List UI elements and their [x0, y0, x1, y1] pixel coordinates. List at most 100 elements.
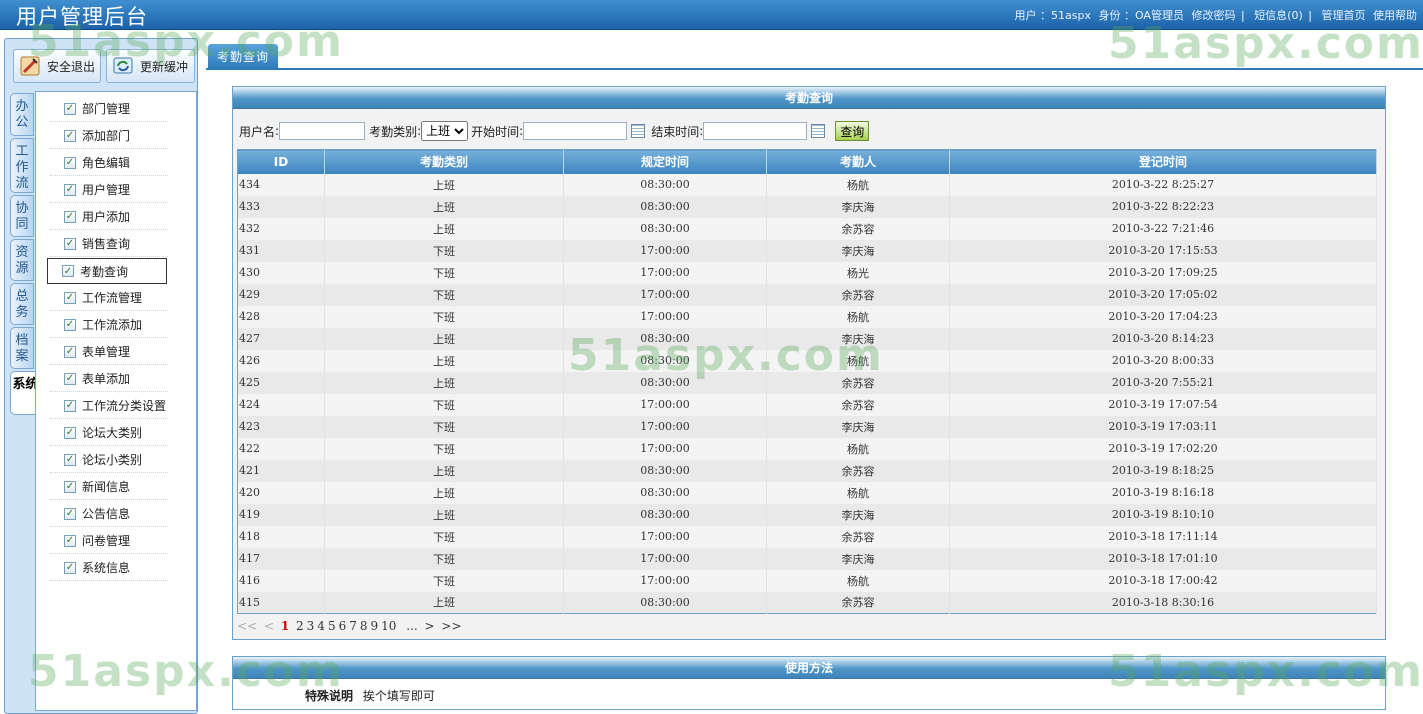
table-cell: 08:30:00: [563, 503, 767, 526]
pager-page-link[interactable]: 7: [349, 619, 357, 633]
end-calendar-icon[interactable]: [811, 124, 826, 138]
menu-item[interactable]: ✓ 工作流添加: [50, 312, 168, 338]
refresh-label: 更新缓冲: [140, 59, 189, 74]
tab-attendance-query[interactable]: 考勤查询: [208, 44, 279, 70]
table-cell: 2010-3-22 7:21:46: [949, 217, 1377, 240]
table-cell: 2010-3-19 17:03:11: [949, 415, 1377, 438]
column-header-scheduled-time[interactable]: 规定时间: [563, 149, 767, 174]
logout-button[interactable]: 安全退出: [13, 49, 101, 83]
column-header-id[interactable]: ID: [237, 149, 325, 174]
table-cell: 17:00:00: [563, 569, 767, 592]
messages-link[interactable]: 短信息(0): [1254, 9, 1303, 22]
menu-item[interactable]: ✓ 表单添加: [50, 366, 168, 392]
table-cell: 2010-3-22 8:25:27: [949, 173, 1377, 196]
usage-note-text: 挨个填写即可: [362, 689, 435, 703]
start-time-input[interactable]: [523, 122, 628, 140]
menu-item[interactable]: ✓ 工作流分类设置: [50, 393, 168, 419]
table-cell: 428: [237, 305, 325, 328]
table-cell: 上班: [324, 503, 564, 526]
tab-archives[interactable]: 档案: [10, 327, 34, 369]
checkbox-icon: ✓: [64, 345, 76, 358]
checkbox-icon: ✓: [64, 237, 76, 250]
admin-home-link[interactable]: 管理首页: [1322, 9, 1366, 22]
pager-page-link[interactable]: 5: [328, 619, 336, 633]
table-row: 416 下班 17:00:00 杨航 2010-3-18 17:00:42: [237, 569, 1377, 592]
checkbox-icon: ✓: [64, 507, 76, 520]
pager-page-link[interactable]: 4: [317, 619, 325, 633]
role-label: 身份 ：OA管理员: [1098, 9, 1184, 22]
menu-item[interactable]: ✓ 考勤查询: [47, 258, 167, 284]
table-cell: 432: [237, 217, 325, 240]
table-cell: 17:00:00: [563, 437, 767, 460]
tab-office[interactable]: 办公: [10, 93, 34, 136]
menu-item-label: 销售查询: [82, 237, 131, 251]
menu-item[interactable]: ✓ 用户管理: [50, 177, 168, 203]
pager-page-link[interactable]: 2: [296, 619, 304, 633]
menu-item[interactable]: ✓ 问卷管理: [50, 528, 168, 554]
pager-page-link[interactable]: 3: [307, 619, 315, 633]
refresh-cache-button[interactable]: 更新缓冲: [106, 49, 195, 83]
column-header-person[interactable]: 考勤人: [766, 149, 950, 174]
pager-last[interactable]: >>: [441, 619, 461, 633]
table-cell: 余苏容: [766, 371, 950, 394]
table-cell: 17:00:00: [563, 261, 767, 284]
column-header-record-time[interactable]: 登记时间: [949, 149, 1377, 174]
table-cell: 08:30:00: [563, 371, 767, 394]
query-button[interactable]: 查询: [835, 121, 870, 141]
menu-item[interactable]: ✓ 添加部门: [50, 123, 168, 149]
menu-item[interactable]: ✓ 系统信息: [50, 555, 168, 581]
tab-collaboration[interactable]: 协同: [10, 195, 34, 237]
menu-item[interactable]: ✓ 角色编辑: [50, 150, 168, 176]
change-password-link[interactable]: 修改密码: [1191, 9, 1235, 22]
checkbox-icon: ✓: [64, 129, 76, 142]
pager-first[interactable]: <<: [237, 619, 257, 633]
table-cell: 上班: [324, 349, 564, 372]
pager-current: 1: [280, 619, 290, 633]
menu-item[interactable]: ✓ 销售查询: [50, 231, 168, 257]
column-header-type[interactable]: 考勤类别: [324, 149, 564, 174]
menu-item[interactable]: ✓ 工作流管理: [50, 285, 168, 311]
tab-workflow[interactable]: 工作流: [10, 138, 34, 193]
pager-ellipsis[interactable]: ...: [406, 619, 417, 633]
menu-item[interactable]: ✓ 论坛大类别: [50, 420, 168, 446]
table-cell: 余苏容: [766, 283, 950, 306]
pager-page-link[interactable]: 8: [360, 619, 368, 633]
table-cell: 下班: [324, 261, 564, 284]
pager-page-link[interactable]: 10: [381, 619, 396, 633]
table-cell: 2010-3-18 17:11:14: [949, 525, 1377, 548]
start-calendar-icon[interactable]: [631, 124, 646, 138]
menu-item[interactable]: ✓ 论坛小类别: [50, 447, 168, 473]
pager-next[interactable]: >: [425, 619, 435, 633]
top-header: 用户管理后台 用户 ：51aspx 身份 ：OA管理员 修改密码 | 短信息(0…: [0, 0, 1423, 30]
table-row: 423 下班 17:00:00 李庆海 2010-3-19 17:03:11: [237, 415, 1377, 438]
table-cell: 杨航: [766, 437, 950, 460]
menu-item-label: 用户管理: [82, 183, 131, 197]
end-time-input[interactable]: [703, 122, 808, 140]
table-cell: 17:00:00: [563, 239, 767, 262]
tab-resources[interactable]: 资源: [10, 239, 34, 281]
usage-panel-title: 使用方法: [233, 657, 1385, 679]
tab-general-affairs[interactable]: 总务: [10, 283, 34, 325]
menu-item[interactable]: ✓ 用户添加: [50, 204, 168, 230]
menu-item[interactable]: ✓ 表单管理: [50, 339, 168, 365]
table-row: 432 上班 08:30:00 余苏容 2010-3-22 7:21:46: [237, 217, 1377, 240]
checkbox-icon: ✓: [64, 426, 76, 439]
table-row: 422 下班 17:00:00 杨航 2010-3-19 17:02:20: [237, 437, 1377, 460]
pager-prev[interactable]: <: [264, 619, 274, 633]
menu-item[interactable]: ✓ 新闻信息: [50, 474, 168, 500]
help-link[interactable]: 使用帮助: [1373, 9, 1417, 22]
table-cell: 上班: [324, 481, 564, 504]
table-cell: 下班: [324, 393, 564, 416]
type-select[interactable]: 上班: [421, 121, 469, 141]
table-cell: 杨光: [766, 261, 950, 284]
table-cell: 李庆海: [766, 195, 950, 218]
sidebar: 安全退出 更新缓冲 办公 工作流 协同 资源 总务 档案 系统 ✓ 部门管理 ✓ 添加…: [4, 38, 198, 714]
table-row: 426 上班 08:30:00 杨航 2010-3-20 8:00:33: [237, 349, 1377, 372]
username-input[interactable]: [279, 122, 366, 140]
user-label: 用户 ：51aspx: [1014, 9, 1091, 22]
pager-page-link[interactable]: 9: [371, 619, 379, 633]
menu-item[interactable]: ✓ 部门管理: [50, 96, 168, 122]
top-user-info: 用户 ：51aspx 身份 ：OA管理员 修改密码 | 短信息(0) | 管理首…: [1011, 7, 1418, 23]
pager-page-link[interactable]: 6: [339, 619, 347, 633]
menu-item[interactable]: ✓ 公告信息: [50, 501, 168, 527]
